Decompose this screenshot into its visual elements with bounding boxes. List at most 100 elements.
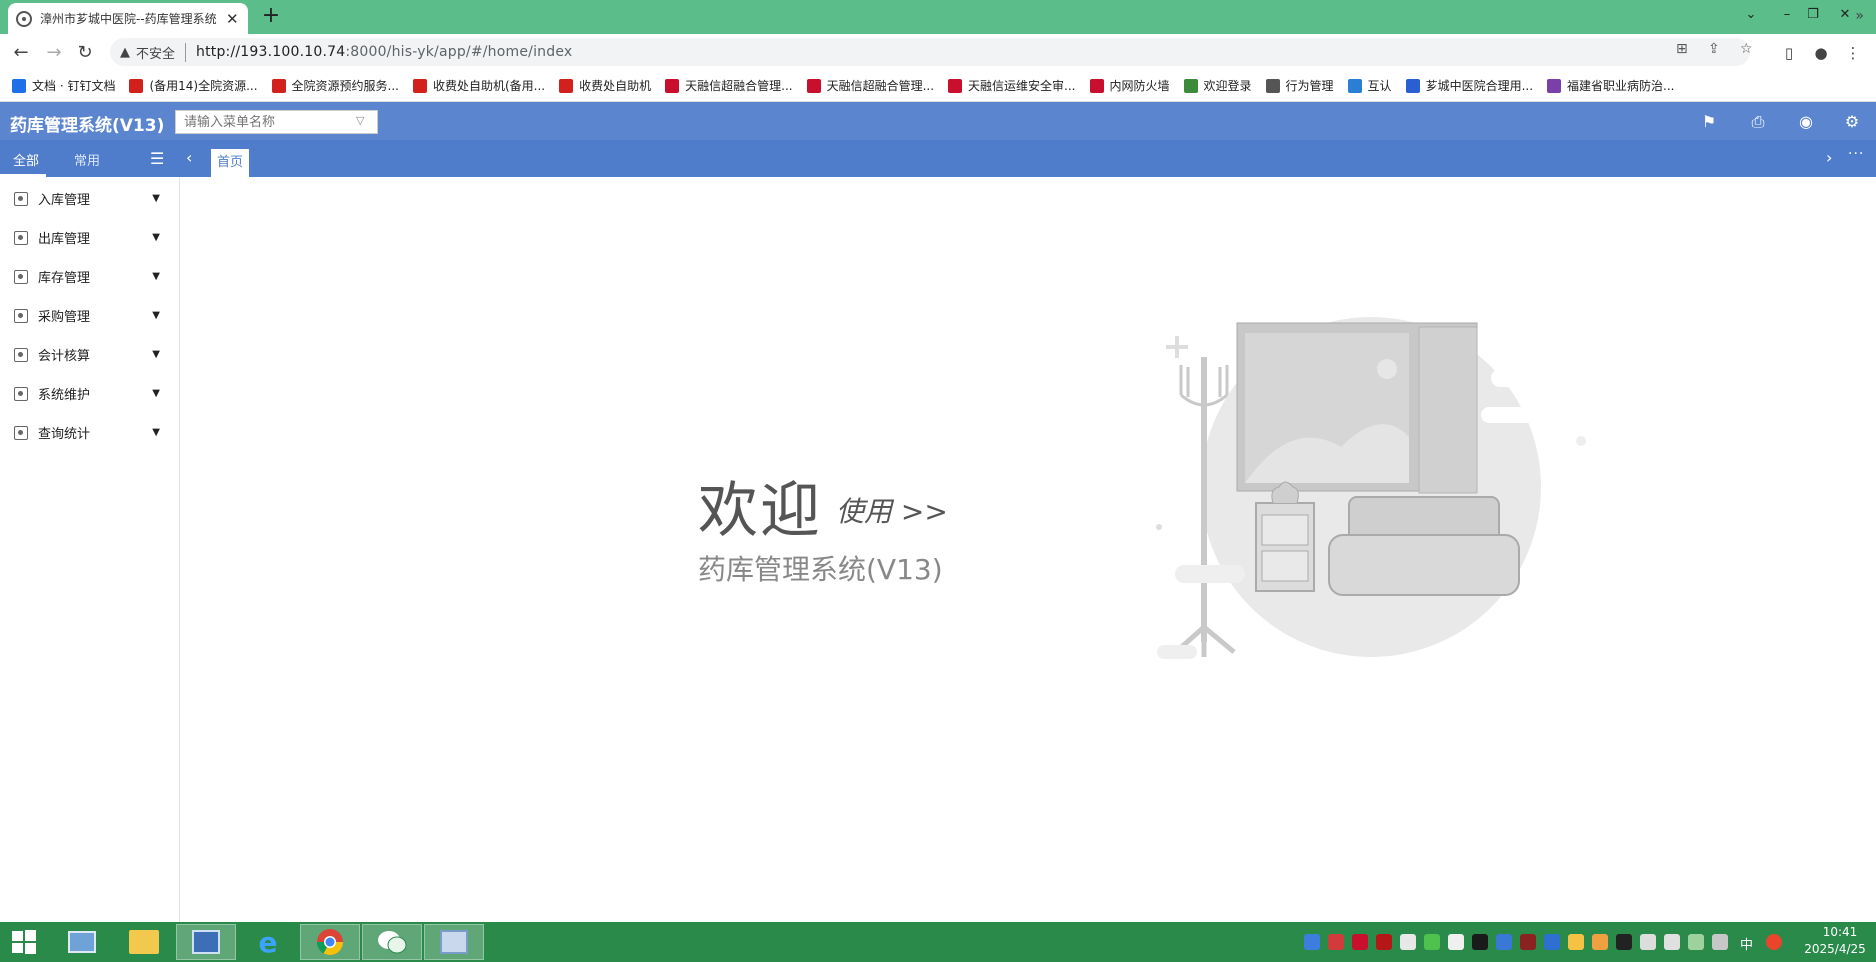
tray-app-icon[interactable] [1712, 934, 1728, 950]
sidebar-item[interactable]: 库存管理 ▼ [0, 257, 180, 296]
chevron-left-icon[interactable]: ‹ [186, 148, 192, 167]
profile-avatar-icon[interactable]: ● [1810, 42, 1832, 64]
chevron-down-icon[interactable]: ▼ [152, 388, 160, 399]
settings-gear-icon[interactable]: ⚙ [1842, 112, 1862, 132]
more-tabs-icon[interactable]: ··· [1848, 146, 1864, 162]
menu-search-input[interactable] [175, 110, 378, 134]
chevron-down-icon[interactable]: ▼ [152, 349, 160, 360]
sidebar-item[interactable]: 查询统计 ▼ [0, 413, 180, 452]
windows-taskbar: e 中 10:41 2025/4/25 [0, 922, 1876, 962]
bookmark-item[interactable]: 内网防火墙 [1089, 77, 1170, 94]
tray-sogou-icon[interactable] [1766, 934, 1782, 950]
browser-tab[interactable]: 漳州市芗城中医院--药库管理系统 ✕ [8, 3, 248, 34]
tray-chat-icon[interactable] [1400, 934, 1416, 950]
bookmark-item[interactable]: 天融信超融合管理... [806, 77, 934, 94]
tray-app-icon[interactable] [1616, 934, 1632, 950]
tray-app-icon[interactable] [1328, 934, 1344, 950]
browser-tab-strip: 漳州市芗城中医院--药库管理系统 ✕ + ⌄ – ❐ ✕ [0, 0, 1876, 34]
tray-app-icon[interactable] [1376, 934, 1392, 950]
chevron-down-icon[interactable]: ▼ [152, 232, 160, 243]
menu-item-icon [14, 425, 28, 440]
tray-app-icon[interactable] [1352, 934, 1368, 950]
bookmark-star-icon[interactable]: ☆ [1740, 41, 1753, 57]
side-panel-icon[interactable]: ▯ [1778, 42, 1800, 64]
tray-volume-icon[interactable] [1664, 934, 1680, 950]
forward-icon[interactable]: → [42, 41, 66, 65]
bookmark-label: 文档 · 钉钉文档 [32, 79, 116, 93]
presentation-icon[interactable]: ⚑ [1699, 112, 1719, 132]
browser-tab-title: 漳州市芗城中医院--药库管理系统 [40, 12, 217, 26]
tray-app-icon[interactable] [1568, 934, 1584, 950]
bookmark-item[interactable]: 天融信超融合管理... [665, 77, 793, 94]
tray-network-icon[interactable] [1304, 934, 1320, 950]
taskbar-internet-explorer[interactable]: e [238, 924, 298, 960]
chevron-down-icon[interactable]: ▽ [356, 114, 364, 127]
page-tab-home[interactable]: 首页 [211, 149, 249, 177]
taskbar-wechat[interactable] [362, 924, 422, 960]
tray-app-icon[interactable] [1448, 934, 1464, 950]
clock-date[interactable]: 2025/4/25 [1800, 942, 1870, 956]
wechat-icon [378, 931, 407, 954]
reload-icon[interactable]: ↻ [73, 41, 97, 65]
sidebar-item[interactable]: 出库管理 ▼ [0, 218, 180, 257]
taskbar-file-explorer[interactable] [114, 924, 174, 960]
view-icon[interactable]: ◉ [1796, 112, 1816, 132]
bookmark-item[interactable]: 天融信运维安全审... [948, 77, 1076, 94]
sidebar-item[interactable]: 入库管理 ▼ [0, 179, 180, 218]
taskbar-server-manager[interactable] [52, 924, 112, 960]
tray-app-icon[interactable] [1688, 934, 1704, 950]
tab-common[interactable]: 常用 [74, 150, 100, 169]
close-tab-icon[interactable]: ✕ [224, 10, 240, 28]
menu-collapse-icon[interactable]: ☰ [150, 149, 164, 168]
bookmark-item[interactable]: 互认 [1347, 77, 1392, 94]
bookmark-favicon-icon [1347, 78, 1362, 93]
windows-start-button[interactable] [0, 924, 48, 960]
browser-menu-icon[interactable]: ⋮ [1842, 42, 1864, 64]
chevron-down-icon[interactable]: ▼ [152, 271, 160, 282]
translate-icon[interactable]: ⊞ [1676, 41, 1688, 57]
tray-app-icon[interactable] [1544, 934, 1560, 950]
restore-icon[interactable]: ❐ [1802, 4, 1824, 26]
bookmark-item[interactable]: 欢迎登录 [1183, 77, 1252, 94]
sidebar-item[interactable]: 会计核算 ▼ [0, 335, 180, 374]
tray-wechat-icon[interactable] [1424, 934, 1440, 950]
printer-icon[interactable]: ⎙ [1748, 112, 1768, 132]
bookmark-item[interactable]: 文档 · 钉钉文档 [12, 77, 115, 94]
bookmark-item[interactable]: (备用14)全院资源... [129, 77, 258, 94]
input-method-indicator[interactable]: 中 [1740, 934, 1753, 953]
taskbar-chrome[interactable] [300, 924, 360, 960]
chevron-right-icon[interactable]: › [1826, 148, 1832, 167]
bookmark-item[interactable]: 芗城中医院合理用... [1405, 77, 1533, 94]
chevron-down-icon[interactable]: ▼ [152, 310, 160, 321]
security-label[interactable]: 不安全 [136, 42, 187, 62]
tab-all[interactable]: 全部 [13, 150, 39, 169]
use-link[interactable]: 使用 >> [836, 490, 948, 530]
bookmark-item[interactable]: 全院资源预约服务... [271, 77, 399, 94]
back-icon[interactable]: ← [9, 41, 33, 65]
tab-search-icon[interactable]: ⌄ [1740, 4, 1762, 26]
globe-icon [16, 10, 32, 27]
chevron-down-icon[interactable]: ▼ [152, 427, 160, 438]
tray-app-icon[interactable] [1592, 934, 1608, 950]
tray-app-icon[interactable] [1640, 934, 1656, 950]
share-icon[interactable]: ⇪ [1708, 41, 1720, 57]
address-input[interactable]: ▲ 不安全 http://193.100.10.74:8000/his-yk/a… [110, 38, 1750, 66]
tray-qq-icon[interactable] [1472, 934, 1488, 950]
minimize-icon[interactable]: – [1776, 4, 1798, 26]
chevron-down-icon[interactable]: ▼ [152, 193, 160, 204]
address-bar-row: ← → ↻ ▲ 不安全 http://193.100.10.74:8000/hi… [0, 34, 1876, 70]
bookmark-item[interactable]: 福建省职业病防治... [1547, 77, 1674, 94]
tray-app-icon[interactable] [1520, 934, 1536, 950]
clock-time[interactable]: 10:41 [1818, 925, 1862, 939]
bookmarks-more-icon[interactable]: » [1855, 8, 1864, 24]
new-tab-button[interactable]: + [260, 5, 282, 27]
tray-app-icon[interactable] [1496, 934, 1512, 950]
bookmark-item[interactable]: 行为管理 [1265, 77, 1334, 94]
bookmark-item[interactable]: 收费处自助机 [559, 77, 651, 94]
bookmark-item[interactable]: 收费处自助机(备用... [412, 77, 545, 94]
sidebar-item[interactable]: 采购管理 ▼ [0, 296, 180, 335]
close-window-icon[interactable]: ✕ [1834, 4, 1856, 26]
sidebar-item[interactable]: 系统维护 ▼ [0, 374, 180, 413]
taskbar-app[interactable] [424, 924, 484, 960]
taskbar-remote-desktop[interactable] [176, 924, 236, 960]
